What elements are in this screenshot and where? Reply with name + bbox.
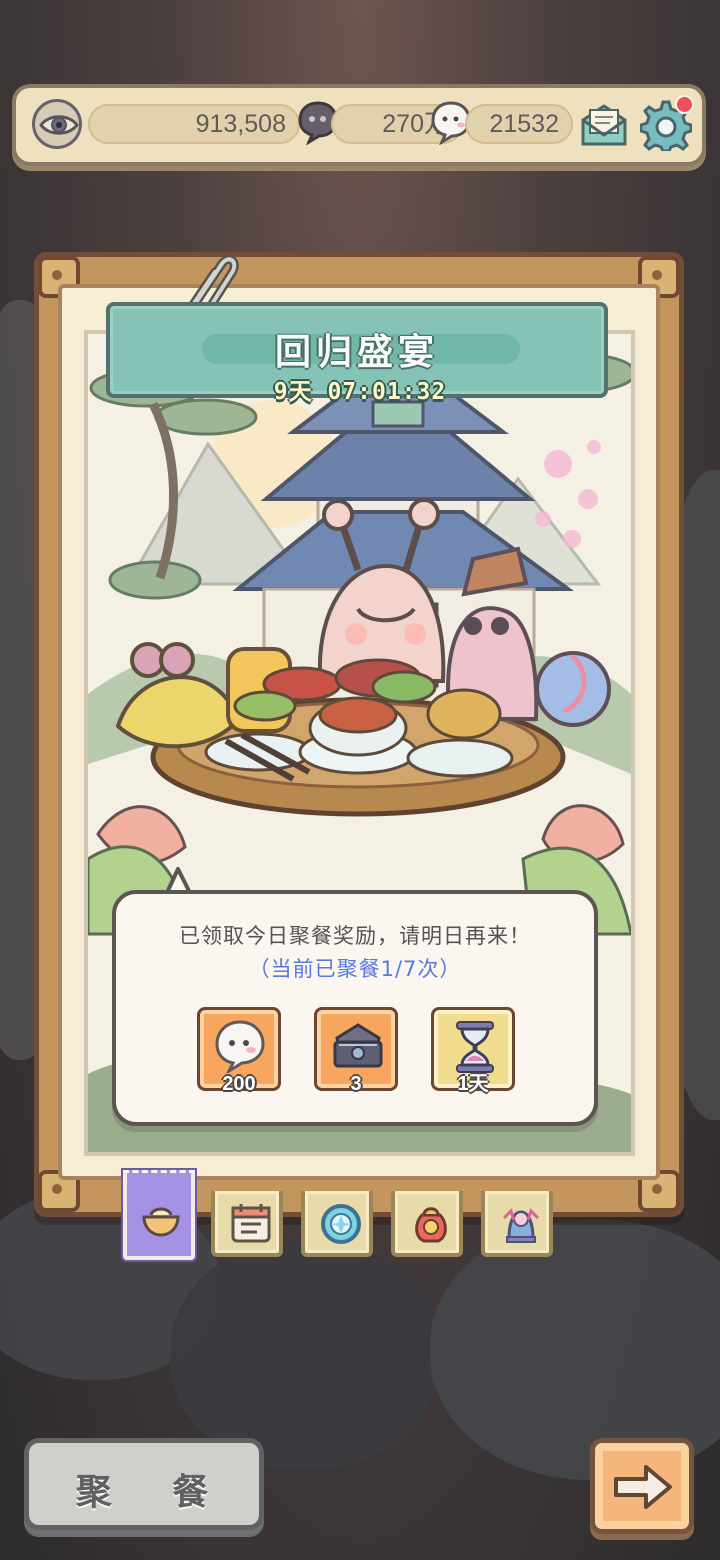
- blue-coin-icon: [321, 1204, 361, 1244]
- game-screen: 913,508 270万 21532 回归盛宴 9天 07:01:32 已领取今…: [0, 0, 720, 1560]
- reward-claimed-message: 已领取今日聚餐奖励，请明日再来！: [179, 924, 531, 948]
- right-arrow-icon: [614, 1465, 672, 1509]
- resource-top-bar: 913,508 270万 21532: [12, 84, 706, 166]
- currency-b-pill: 21532: [465, 104, 573, 144]
- tab-feast[interactable]: [123, 1170, 195, 1260]
- reward-item-hourglass[interactable]: 1天: [431, 1007, 515, 1095]
- reward-quantity: 200: [222, 1073, 256, 1095]
- eye-icon[interactable]: [32, 99, 82, 149]
- feast-bowl-icon: [142, 1207, 180, 1237]
- reward-item-ghost-bubble[interactable]: 200: [197, 1007, 281, 1095]
- tab-statue[interactable]: [481, 1191, 553, 1257]
- tab-lucky-bag[interactable]: [391, 1191, 463, 1257]
- next-button[interactable]: [590, 1438, 694, 1534]
- tab-calendar[interactable]: [211, 1191, 283, 1257]
- statue-icon: [502, 1208, 540, 1243]
- tab-blue-coin[interactable]: [301, 1191, 373, 1257]
- eye-value-pill: 913,508: [88, 104, 300, 144]
- reward-quantity: 1天: [457, 1073, 489, 1095]
- feast-count-status: （当前已聚餐1/7次）: [248, 957, 462, 981]
- currency-b-value: 21532: [489, 110, 559, 138]
- ghost-bubble-icon: [215, 1020, 265, 1073]
- event-title: 回归盛宴: [274, 332, 439, 373]
- gather-button[interactable]: 聚 餐: [24, 1438, 264, 1530]
- treasure-chest-icon: [333, 1023, 383, 1068]
- reward-item-treasure-chest[interactable]: 3: [314, 1007, 398, 1095]
- event-countdown: 9天 07:01:32: [273, 379, 447, 405]
- lucky-bag-icon: [415, 1207, 447, 1243]
- reward-info-panel: 已领取今日聚餐奖励，请明日再来！ （当前已聚餐1/7次） 200 3 1天: [112, 890, 598, 1126]
- background-rock: [170, 1240, 440, 1470]
- reward-quantity: 3: [350, 1073, 362, 1095]
- calendar-icon: [231, 1204, 271, 1243]
- notification-badge: [675, 95, 694, 114]
- mail-icon[interactable]: [578, 102, 630, 148]
- eye-value: 913,508: [195, 110, 286, 138]
- gather-button-label: 聚 餐: [75, 1471, 233, 1513]
